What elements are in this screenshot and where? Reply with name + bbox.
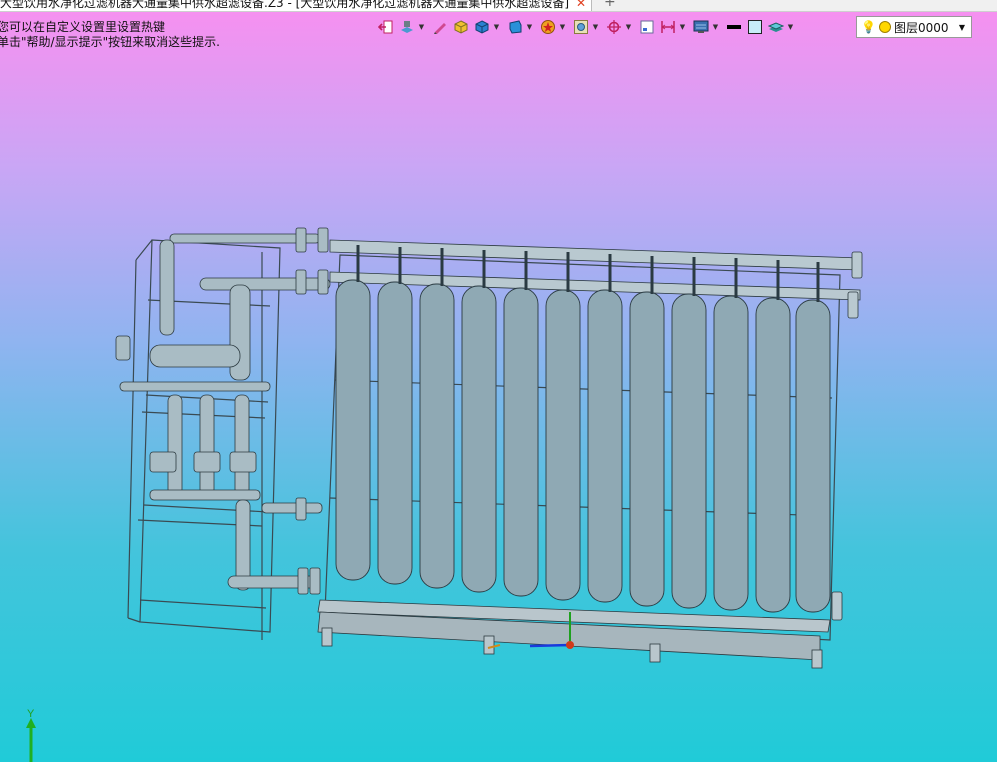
pick-icon[interactable]	[604, 17, 624, 37]
chevron-down-icon[interactable]: ▼	[679, 17, 686, 37]
chevron-down-icon[interactable]: ▼	[526, 17, 533, 37]
view-cube-icon[interactable]	[397, 17, 417, 37]
chevron-down-icon[interactable]: ▼	[959, 23, 965, 32]
layers-icon[interactable]	[766, 17, 786, 37]
chevron-down-icon[interactable]: ▼	[493, 17, 500, 37]
chevron-down-icon[interactable]: ▼	[712, 17, 719, 37]
chevron-down-icon[interactable]: ▼	[625, 17, 632, 37]
exit-icon[interactable]	[376, 17, 396, 37]
chevron-down-icon[interactable]: ▼	[787, 17, 794, 37]
layer-select-value: 图层0000	[893, 20, 949, 35]
shade-box-icon[interactable]	[451, 17, 471, 37]
hint-line-2: 单击"帮助/显示提示"按钮来取消这些提示.	[0, 35, 220, 49]
ultrafiltration-membranes	[335, 279, 831, 613]
layer-color-icon	[878, 21, 891, 33]
lightbulb-icon[interactable]: 💡	[861, 20, 876, 34]
layer-select[interactable]: 💡 图层0000 ▼	[856, 16, 972, 38]
chevron-down-icon[interactable]: ▼	[592, 17, 599, 37]
view-frame-icon[interactable]	[571, 17, 591, 37]
view-toolbar: ▼ ▼ ▼ ▼ ▼ ▼ ▼ ▼ ▼	[376, 16, 798, 38]
module-base	[317, 599, 831, 669]
chevron-down-icon[interactable]: ▼	[559, 17, 566, 37]
chevron-down-icon[interactable]: ▼	[418, 17, 425, 37]
left-piping	[115, 227, 331, 595]
small-square-icon[interactable]	[637, 17, 657, 37]
dimension-icon[interactable]	[658, 17, 678, 37]
pen-icon[interactable]	[430, 17, 450, 37]
iso-box-icon[interactable]	[505, 17, 525, 37]
solid-box-icon[interactable]	[472, 17, 492, 37]
axis-triad-icon: Y	[26, 708, 36, 762]
cad-viewport[interactable]	[0, 0, 997, 762]
monitor-icon[interactable]	[691, 17, 711, 37]
fill-color-icon[interactable]	[745, 17, 765, 37]
line-color-icon[interactable]	[724, 17, 744, 37]
star-filter-icon[interactable]	[538, 17, 558, 37]
